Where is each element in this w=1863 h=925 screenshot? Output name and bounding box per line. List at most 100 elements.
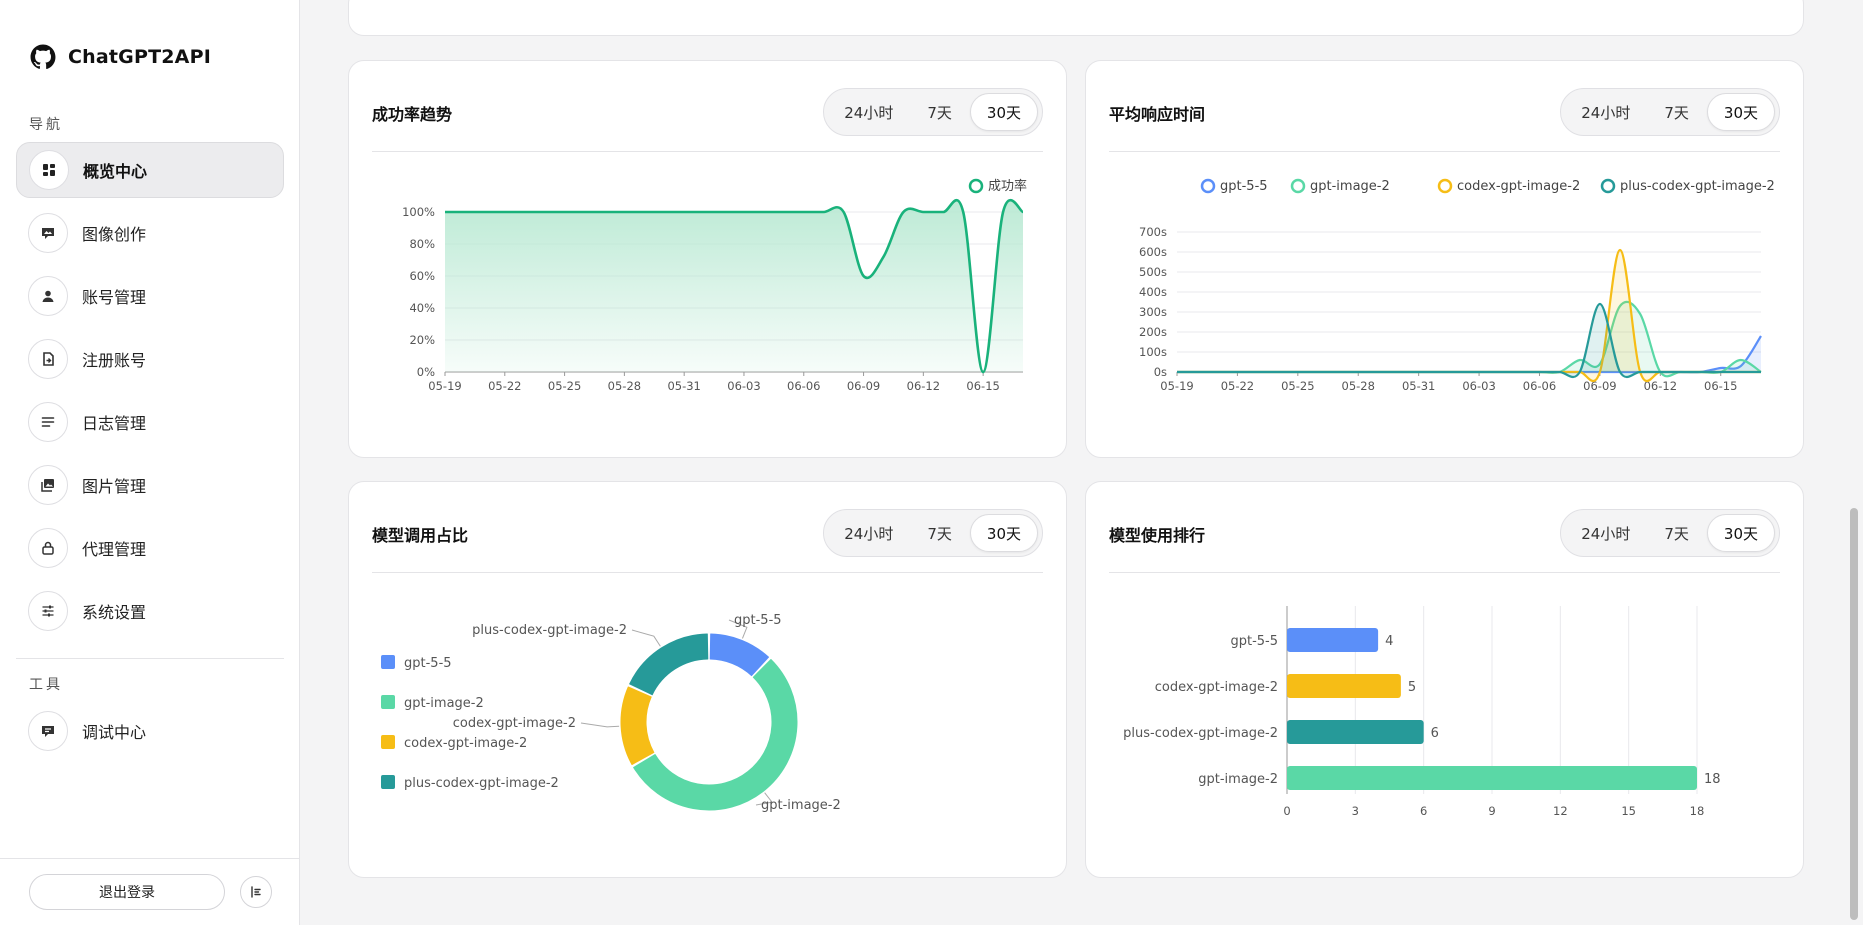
legend-marker-codex-gpt-image-2 [1437,178,1453,194]
sidebar-item-label: 日志管理 [82,414,147,433]
y-tick-label: 60% [409,269,435,283]
bar-codex-gpt-image-2 [1287,674,1401,698]
y-tick-label: 300s [1139,305,1167,319]
model-share-card: 模型调用占比 24小时 7天 30天 gpt-5-5 gpt-image-2 cod… [348,481,1067,878]
x-tick-label: 06-09 [847,379,880,393]
collapse-icon [251,886,261,898]
x-tick-label: 05-19 [1160,379,1193,393]
x-tick-label: 18 [1690,804,1705,818]
x-tick-label: 05-31 [1402,379,1435,393]
legend-marker-plus-codex-gpt-image-2 [1600,178,1616,194]
sidebar-item-images[interactable]: 图片管理 [16,457,284,513]
dashboard-icon [29,150,69,190]
sidebar-item-proxy[interactable]: 代理管理 [16,520,284,576]
x-tick-label: 05-25 [548,379,581,393]
y-tick-label: 40% [409,301,435,315]
x-tick-label: 0 [1283,804,1290,818]
latency-card: 平均响应时间 24小时 7天 30天 0s 100s 200s 300s 400s 500… [1085,60,1804,458]
sidebar-item-label: 注册账号 [82,351,147,370]
sidebar-item-label: 图片管理 [82,477,147,496]
model-ranking-chart: 0 3 6 9 12 15 18 gpt-5-5 4 codex-gpt-image-2 5 plus… [1123,606,1721,818]
latency-chart: 0s 100s 200s 300s 400s 500s 600s 700s 05-19 05-22… [1139,178,1775,393]
model-share-chart: gpt-5-5 gpt-image-2 codex-gpt-image-2 plus-… [381,613,841,813]
y-tick-label: 20% [409,333,435,347]
sidebar: ChatGPT2API 导航 概览中心 图像创作 账号管理 注册账号 日志管理 [0,0,300,925]
callout-line-plus-codex-gpt-image-2 [631,629,661,647]
callout-label-gpt-5-5: gpt-5-5 [734,613,782,628]
x-tick-label: 9 [1488,804,1495,818]
gallery-icon [28,465,68,505]
sidebar-item-register[interactable]: 注册账号 [16,331,284,387]
collapse-sidebar-button[interactable] [240,876,272,908]
sidebar-item-label: 图像创作 [82,225,147,244]
y-tick-label: 500s [1139,265,1167,279]
data-label-plus-codex-gpt-image-2: 6 [1431,726,1439,741]
image-chat-icon [28,213,68,253]
series-area-codex-gpt-image-2 [1177,250,1761,382]
series-area-plus-codex-gpt-image-2 [1177,304,1761,378]
legend-marker-gpt-image-2 [1290,178,1306,194]
x-tick-label: 05-22 [1221,379,1254,393]
success-rate-card: 成功率趋势 24小时 7天 30天 0% 20% 40% 60% 80% 100% 05-1… [348,60,1067,458]
series-line-plus-codex-gpt-image-2 [1177,302,1761,379]
sidebar-item-image-create[interactable]: 图像创作 [16,205,284,261]
pie-slice-gpt-5-5 [709,633,769,677]
sidebar-item-accounts[interactable]: 账号管理 [16,268,284,324]
y-tick-label: 700s [1139,225,1167,239]
pie-slice-plus-codex-gpt-image-2 [629,633,709,696]
data-label-gpt-5-5: 4 [1385,634,1393,649]
legend-marker-success-rate [968,178,984,194]
callout-label-gpt-image-2: gpt-image-2 [761,798,841,813]
data-label-gpt-image-2: 18 [1704,772,1721,787]
sliders-icon [28,591,68,631]
legend-label-gpt-5-5: gpt-5-5 [404,656,452,671]
legend-marker-codex-gpt-image-2 [381,735,395,749]
sidebar-item-debug[interactable]: 调试中心 [16,703,284,759]
x-tick-label: 06-06 [1523,379,1556,393]
lock-icon [28,528,68,568]
legend-label-gpt-5-5: gpt-5-5 [1220,179,1268,194]
x-tick-label: 05-19 [428,379,461,393]
series-area-success-rate [445,200,1023,372]
sidebar-item-label: 概览中心 [83,162,148,181]
x-tick-label: 6 [1420,804,1427,818]
legend-label-plus-codex-gpt-image-2: plus-codex-gpt-image-2 [404,776,559,791]
x-tick-label: 3 [1352,804,1359,818]
legend-marker-gpt-image-2 [381,695,395,709]
model-ranking-card: 模型使用排行 24小时 7天 30天 0 3 6 9 12 15 18 gpt-5-5 4 cod… [1085,481,1804,878]
sidebar-item-settings[interactable]: 系统设置 [16,583,284,639]
y-tick-label-codex-gpt-image-2: codex-gpt-image-2 [1155,680,1278,695]
bar-plus-codex-gpt-image-2 [1287,720,1424,744]
x-tick-label: 12 [1553,804,1568,818]
legend-marker-gpt-5-5 [381,655,395,669]
page-scrollbar[interactable] [1850,508,1858,920]
x-tick-label: 06-12 [907,379,940,393]
x-tick-label: 06-03 [1462,379,1495,393]
sidebar-item-overview[interactable]: 概览中心 [16,142,284,198]
legend-label-success-rate: 成功率 [988,178,1027,194]
sidebar-item-label: 系统设置 [82,603,147,622]
y-tick-label: 0% [417,365,435,379]
data-label-codex-gpt-image-2: 5 [1408,680,1416,695]
legend-label-plus-codex-gpt-image-2: plus-codex-gpt-image-2 [1620,179,1775,194]
sidebar-item-label: 账号管理 [82,288,147,307]
callout-line-codex-gpt-image-2 [580,722,620,728]
sidebar-item-logs[interactable]: 日志管理 [16,394,284,450]
series-area-gpt-5-5 [1177,336,1761,373]
series-line-codex-gpt-image-2 [1177,248,1761,383]
x-tick-label: 15 [1621,804,1636,818]
register-icon [28,339,68,379]
y-tick-label: 600s [1139,245,1167,259]
sidebar-item-label: 调试中心 [82,723,147,742]
sidebar-item-label: 代理管理 [82,540,147,559]
brand[interactable]: ChatGPT2API [30,44,211,70]
x-tick-label: 06-09 [1583,379,1616,393]
y-tick-label: 80% [409,237,435,251]
y-tick-label: 100s [1139,345,1167,359]
series-line-gpt-5-5 [1177,335,1762,374]
y-tick-label-gpt-image-2: gpt-image-2 [1198,772,1278,787]
series-line-gpt-image-2 [1177,300,1762,378]
logout-button[interactable]: 退出登录 [29,874,225,910]
tools-section-title: 工具 [29,677,63,693]
callout-label-plus-codex-gpt-image-2: plus-codex-gpt-image-2 [472,623,627,638]
